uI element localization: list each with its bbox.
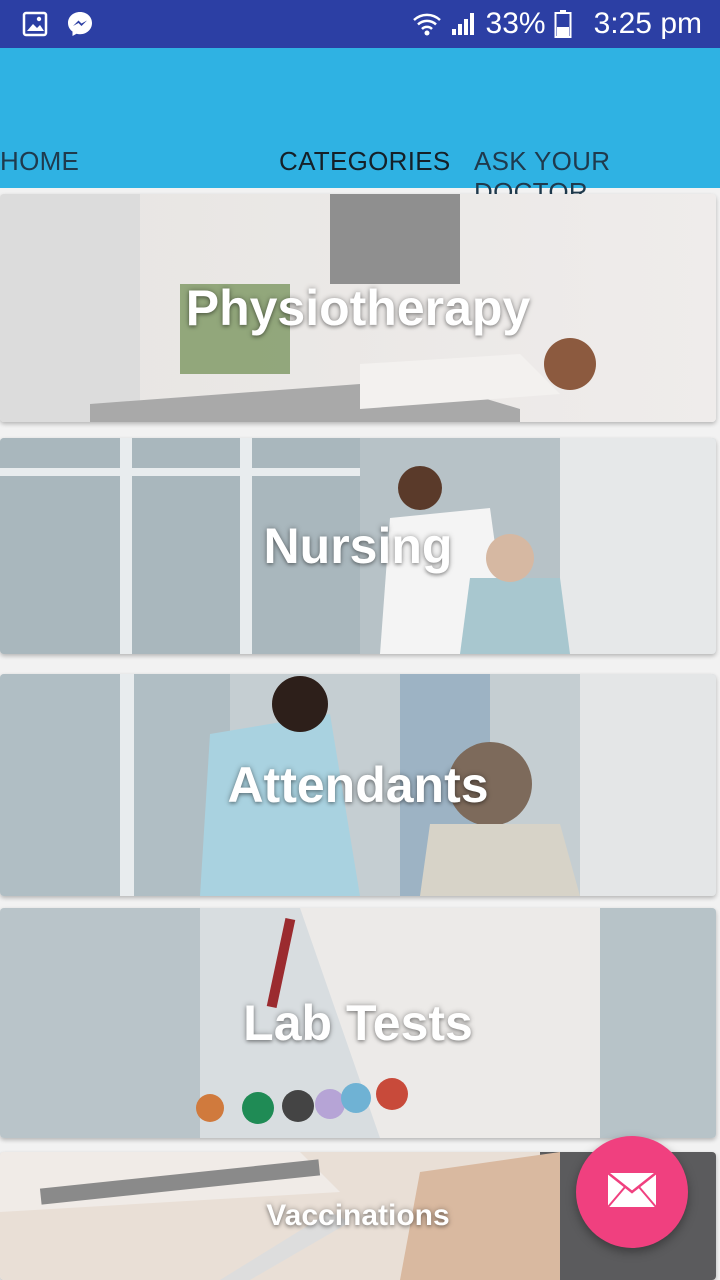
category-card-lab-tests[interactable]: Lab Tests bbox=[0, 908, 716, 1138]
signal-icon bbox=[450, 11, 478, 37]
category-card-attendants[interactable]: Attendants bbox=[0, 674, 716, 896]
category-label-physiotherapy: Physiotherapy bbox=[185, 280, 531, 336]
status-bar: 33% 3:25 pm bbox=[0, 0, 720, 48]
tab-categories[interactable]: CATEGORIES bbox=[279, 146, 451, 177]
category-card-nursing[interactable]: Nursing bbox=[0, 438, 716, 654]
battery-icon bbox=[554, 9, 572, 39]
battery-percent: 33% bbox=[485, 7, 546, 40]
category-label-attendants: Attendants bbox=[227, 757, 489, 813]
tab-home[interactable]: HOME bbox=[0, 146, 79, 177]
wifi-icon bbox=[412, 10, 442, 38]
category-label-nursing: Nursing bbox=[263, 518, 453, 574]
gallery-icon bbox=[22, 11, 48, 37]
category-card-physiotherapy[interactable]: Physiotherapy bbox=[0, 194, 716, 422]
contact-fab-button[interactable] bbox=[576, 1136, 688, 1248]
category-label-lab-tests: Lab Tests bbox=[243, 995, 473, 1051]
messenger-icon bbox=[66, 10, 94, 38]
mail-icon bbox=[607, 1171, 657, 1213]
clock: 3:25 pm bbox=[593, 7, 702, 40]
